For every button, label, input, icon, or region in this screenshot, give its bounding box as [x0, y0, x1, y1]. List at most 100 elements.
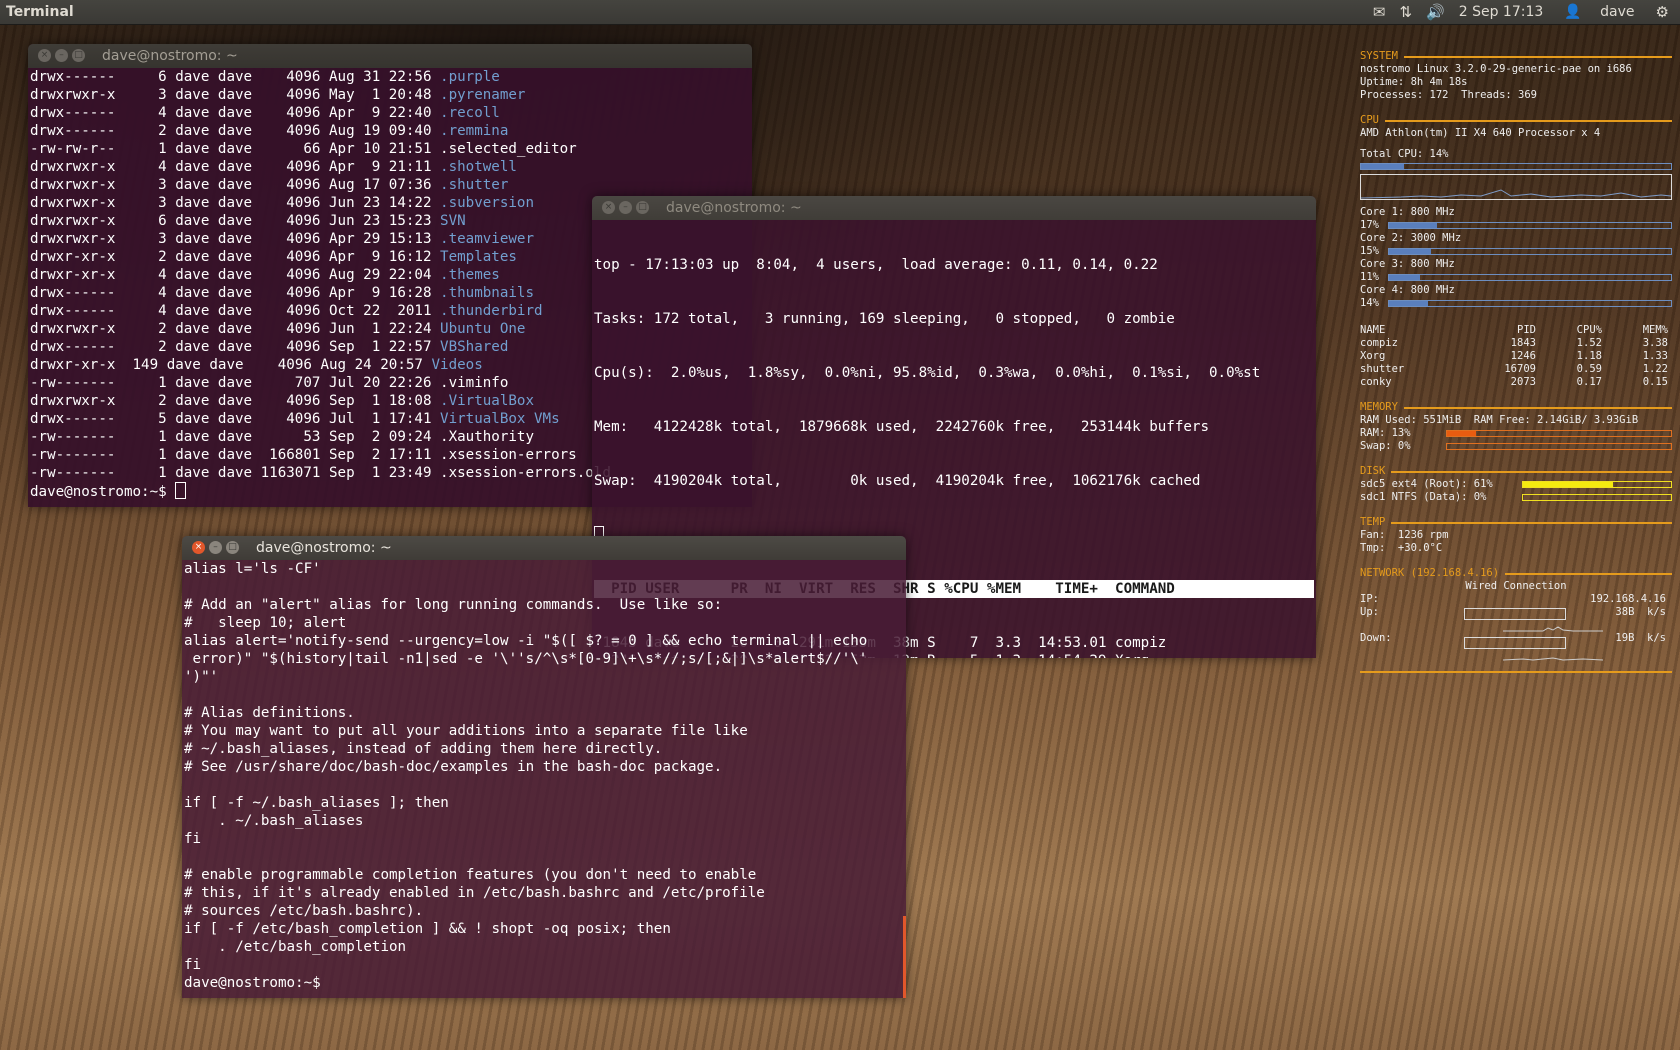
file-name: .Xauthority [440, 429, 534, 445]
file-date: May 1 20:48 [328, 87, 432, 103]
mail-icon[interactable]: ✉ [1366, 0, 1393, 24]
disk-data-row: sdc1 NTFS (Data): 0% [1360, 491, 1672, 504]
file-permissions: drwx------ [30, 123, 133, 139]
swap-bar [1446, 443, 1672, 450]
minimize-button[interactable]: – [619, 201, 632, 214]
file-date: Apr 10 21:51 [328, 141, 432, 157]
gear-icon[interactable]: ⚙ [1649, 0, 1676, 24]
close-button[interactable]: × [192, 541, 205, 554]
network-icon[interactable]: ⇅ [1392, 0, 1419, 24]
file-name: Templates [440, 249, 517, 265]
file-owner: dave dave [175, 429, 253, 445]
section-cpu: CPU [1360, 114, 1672, 127]
minimize-button[interactable]: – [209, 541, 222, 554]
close-button[interactable]: × [602, 201, 615, 214]
file-date: Aug 19 09:40 [328, 123, 432, 139]
core-row: 17% [1360, 219, 1672, 232]
text-line: # You may want to put all your additions… [184, 723, 748, 739]
ram-summary: RAM Used: 551MiB RAM Free: 2.14GiB/ 3.93… [1360, 414, 1639, 426]
ip-row: IP: 192.168.4.16 [1360, 593, 1666, 605]
file-size: 4096 [260, 411, 321, 427]
file-permissions: drwxrwxr-x [30, 159, 133, 175]
list-item: drwxrwxr-x 3 dave dave 4096 Aug 17 07:36… [30, 176, 750, 194]
file-name: .subversion [440, 195, 534, 211]
upload-graph [1464, 608, 1603, 632]
file-date: Aug 24 20:57 [320, 357, 423, 373]
file-date: Jun 23 14:22 [328, 195, 432, 211]
file-size: 53 [260, 429, 321, 445]
table-cell: 0.15 [1642, 376, 1668, 388]
cpu-graph [1360, 174, 1672, 200]
file-date: Aug 31 22:56 [328, 69, 432, 85]
core-bar [1388, 222, 1672, 229]
volume-icon[interactable]: 🔊 [1419, 0, 1452, 24]
file-owner: dave dave [175, 375, 253, 391]
file-size: 4096 [260, 285, 321, 301]
close-button[interactable]: × [38, 49, 51, 62]
active-app-title: Terminal [6, 4, 74, 20]
user-name: dave [1600, 4, 1635, 20]
maximize-button[interactable]: □ [72, 49, 85, 62]
clock[interactable]: 2 Sep 17:13 [1452, 0, 1551, 24]
file-size: 166801 [260, 447, 321, 463]
file-size: 4096 [260, 159, 321, 175]
maximize-button[interactable]: □ [636, 201, 649, 214]
text-line: error)" "$(history|tail -n1|sed -e '\''s… [184, 651, 868, 667]
top-summary-line: top - 17:13:03 up 8:04, 4 users, load av… [594, 257, 1158, 273]
window-titlebar[interactable]: × – □ dave@nostromo: ~ [592, 196, 1316, 220]
download-graph [1464, 637, 1603, 661]
text-line: alias l='ls -CF' [184, 561, 321, 577]
text-line: # ~/.bash_aliases, instead of adding the… [184, 741, 663, 757]
text-line [184, 686, 904, 704]
maximize-button[interactable]: □ [226, 541, 239, 554]
file-size: 4096 [260, 303, 321, 319]
file-name: .xsession-errors [440, 447, 577, 463]
file-date: Apr 9 21:11 [328, 159, 432, 175]
link-count: 4 [141, 159, 167, 175]
file-date: Jun 23 15:23 [328, 213, 432, 229]
link-count: 4 [141, 285, 167, 301]
window-titlebar[interactable]: × – □ dave@nostromo: ~ [182, 536, 906, 560]
link-count: 6 [141, 213, 167, 229]
table-cell: conky [1360, 376, 1392, 388]
list-item: drwx------ 2 dave dave 4096 Aug 19 09:40… [30, 122, 750, 140]
scrollbar[interactable] [903, 916, 906, 998]
core-label: Core 4: 800 MHz [1360, 284, 1455, 296]
file-owner: dave dave [175, 393, 253, 409]
section-temp: TEMP [1360, 516, 1672, 529]
section-label: CPU [1360, 114, 1379, 126]
file-name: .selected_editor [440, 141, 577, 157]
table-cell: compiz [1360, 337, 1398, 349]
minimize-button[interactable]: – [55, 49, 68, 62]
section-memory: MEMORY [1360, 401, 1672, 414]
file-name: .viminfo [440, 375, 509, 391]
file-owner: dave dave [175, 321, 253, 337]
user-menu[interactable]: 👤 dave [1550, 0, 1648, 24]
table-cell: 1843 [1510, 337, 1536, 349]
link-count: 4 [141, 267, 167, 283]
link-count: 4 [141, 105, 167, 121]
core-row: 15% [1360, 245, 1672, 258]
table-cell: 3.38 [1642, 337, 1668, 349]
file-permissions: drwxrwxr-x [30, 393, 133, 409]
file-name: .shutter [440, 177, 509, 193]
file-permissions: -rw------- [30, 465, 133, 481]
file-date: Apr 9 16:28 [328, 285, 432, 301]
file-name: VBShared [440, 339, 509, 355]
file-date: Sep 1 18:08 [328, 393, 432, 409]
link-count: 6 [141, 69, 167, 85]
file-owner: dave dave [175, 123, 253, 139]
file-date: Sep 1 23:49 [328, 465, 432, 481]
window-title: dave@nostromo: ~ [666, 200, 802, 216]
table-cell: 1.33 [1642, 350, 1668, 362]
terminal-output[interactable]: alias l='ls -CF' # Add an "alert" alias f… [182, 560, 906, 992]
window-titlebar[interactable]: × – □ dave@nostromo: ~ [28, 44, 752, 68]
link-count: 5 [141, 411, 167, 427]
terminal-window-bashrc[interactable]: × – □ dave@nostromo: ~ alias l='ls -CF' #… [182, 536, 906, 998]
file-name: .remmina [440, 123, 509, 139]
conky-monitor: SYSTEM nostromo Linux 3.2.0-29-generic-p… [1360, 50, 1672, 673]
file-owner: dave dave [175, 213, 253, 229]
file-date: Apr 9 16:12 [328, 249, 432, 265]
file-owner: dave dave [175, 141, 253, 157]
link-count: 2 [141, 393, 167, 409]
